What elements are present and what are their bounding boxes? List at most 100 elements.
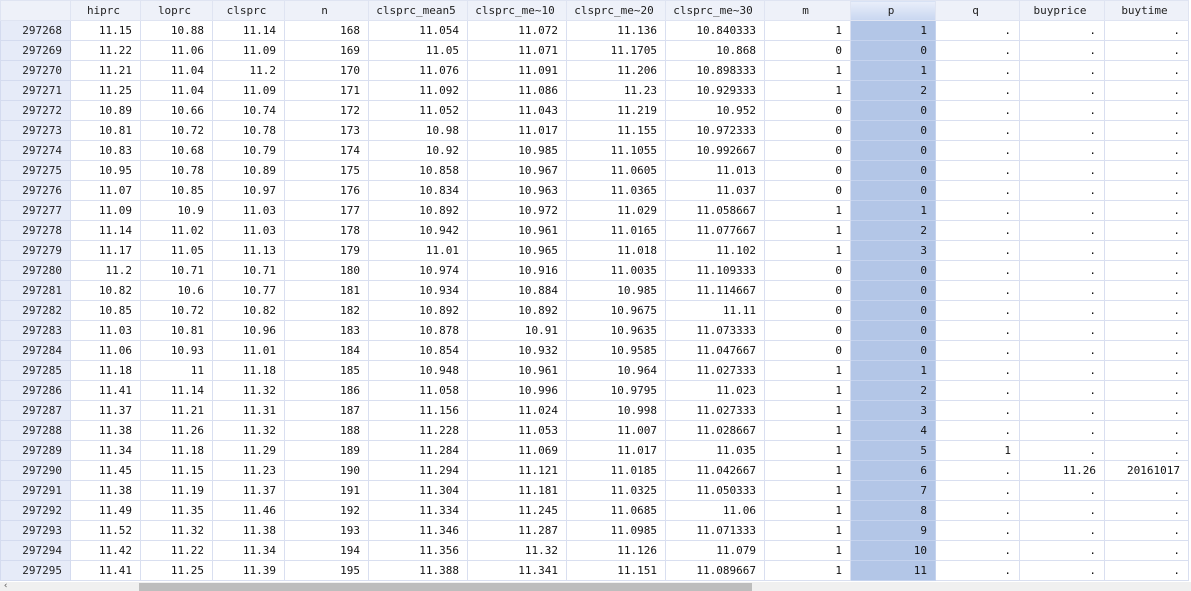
cell-clsprc-me-10[interactable]: 11.024 <box>467 400 567 421</box>
cell-clsprc-me-10[interactable]: 11.181 <box>467 480 567 501</box>
cell-clsprc[interactable]: 11.23 <box>212 460 285 481</box>
cell-p[interactable]: 1 <box>850 200 936 221</box>
cell-n[interactable]: 191 <box>284 480 369 501</box>
cell-clsprc-mean5[interactable]: 10.92 <box>368 140 468 161</box>
cell-n[interactable]: 194 <box>284 540 369 561</box>
row-number[interactable]: 297275 <box>0 160 71 181</box>
cell-buyprice[interactable]: . <box>1019 380 1105 401</box>
cell-clsprc-me-10[interactable]: 10.932 <box>467 340 567 361</box>
cell-clsprc-mean5[interactable]: 11.284 <box>368 440 468 461</box>
cell-hiprc[interactable]: 10.82 <box>70 280 141 301</box>
cell-loprc[interactable]: 10.6 <box>140 280 213 301</box>
cell-p[interactable]: 0 <box>850 260 936 281</box>
cell-clsprc-mean5[interactable]: 11.356 <box>368 540 468 561</box>
cell-n[interactable]: 187 <box>284 400 369 421</box>
cell-m[interactable]: 0 <box>764 160 851 181</box>
cell-clsprc-me-20[interactable]: 11.219 <box>566 100 666 121</box>
cell-loprc[interactable]: 11.14 <box>140 380 213 401</box>
cell-m[interactable]: 1 <box>764 240 851 261</box>
cell-m[interactable]: 1 <box>764 540 851 561</box>
row-number[interactable]: 297270 <box>0 60 71 81</box>
row-number[interactable]: 297278 <box>0 220 71 241</box>
cell-loprc[interactable]: 10.66 <box>140 100 213 121</box>
cell-p[interactable]: 0 <box>850 40 936 61</box>
cell-q[interactable]: . <box>935 460 1020 481</box>
column-header-buytime[interactable]: buytime <box>1104 0 1189 21</box>
cell-clsprc-mean5[interactable]: 10.892 <box>368 200 468 221</box>
cell-loprc[interactable]: 11.15 <box>140 460 213 481</box>
cell-p[interactable]: 6 <box>850 460 936 481</box>
cell-clsprc-me-20[interactable]: 11.017 <box>566 440 666 461</box>
cell-clsprc[interactable]: 10.74 <box>212 100 285 121</box>
cell-hiprc[interactable]: 11.18 <box>70 360 141 381</box>
cell-q[interactable]: . <box>935 40 1020 61</box>
cell-p[interactable]: 0 <box>850 320 936 341</box>
cell-hiprc[interactable]: 11.49 <box>70 500 141 521</box>
cell-buyprice[interactable]: . <box>1019 260 1105 281</box>
cell-clsprc-me-30[interactable]: 11.109333 <box>665 260 765 281</box>
cell-n[interactable]: 182 <box>284 300 369 321</box>
cell-p[interactable]: 2 <box>850 220 936 241</box>
cell-clsprc-me-20[interactable]: 11.029 <box>566 200 666 221</box>
table-row[interactable]: 297293 11.52 11.32 11.38 193 11.346 11.287 11.0… <box>0 520 1189 541</box>
cell-clsprc-me-20[interactable]: 11.151 <box>566 560 666 581</box>
cell-clsprc-mean5[interactable]: 11.294 <box>368 460 468 481</box>
table-row[interactable]: 297273 10.81 10.72 10.78 173 10.98 11.017 11.15… <box>0 120 1189 141</box>
cell-q[interactable]: . <box>935 140 1020 161</box>
cell-hiprc[interactable]: 11.52 <box>70 520 141 541</box>
row-number[interactable]: 297284 <box>0 340 71 361</box>
cell-clsprc-mean5[interactable]: 10.974 <box>368 260 468 281</box>
table-row[interactable]: 297286 11.41 11.14 11.32 186 11.058 10.996 10.9… <box>0 380 1189 401</box>
cell-clsprc-mean5[interactable]: 11.076 <box>368 60 468 81</box>
row-number[interactable]: 297292 <box>0 500 71 521</box>
cell-clsprc-me-30[interactable]: 11.028667 <box>665 420 765 441</box>
cell-buytime[interactable]: . <box>1104 120 1189 141</box>
cell-loprc[interactable]: 11.25 <box>140 560 213 581</box>
table-row[interactable]: 297292 11.49 11.35 11.46 192 11.334 11.245 11.0… <box>0 500 1189 521</box>
cell-buytime[interactable]: . <box>1104 240 1189 261</box>
cell-hiprc[interactable]: 11.03 <box>70 320 141 341</box>
cell-m[interactable]: 0 <box>764 280 851 301</box>
cell-clsprc[interactable]: 11.29 <box>212 440 285 461</box>
cell-loprc[interactable]: 11.18 <box>140 440 213 461</box>
cell-buyprice[interactable]: . <box>1019 240 1105 261</box>
cell-clsprc-me-30[interactable]: 11.027333 <box>665 400 765 421</box>
cell-clsprc-me-20[interactable]: 11.206 <box>566 60 666 81</box>
cell-clsprc-me-10[interactable]: 10.996 <box>467 380 567 401</box>
row-number[interactable]: 297282 <box>0 300 71 321</box>
cell-loprc[interactable]: 11.35 <box>140 500 213 521</box>
cell-q[interactable]: . <box>935 480 1020 501</box>
cell-clsprc-me-20[interactable]: 11.1055 <box>566 140 666 161</box>
cell-buyprice[interactable]: . <box>1019 100 1105 121</box>
cell-clsprc-me-30[interactable]: 10.929333 <box>665 80 765 101</box>
cell-hiprc[interactable]: 11.38 <box>70 420 141 441</box>
cell-buyprice[interactable]: . <box>1019 120 1105 141</box>
cell-clsprc[interactable]: 11.03 <box>212 220 285 241</box>
cell-clsprc-me-10[interactable]: 11.121 <box>467 460 567 481</box>
cell-n[interactable]: 177 <box>284 200 369 221</box>
cell-clsprc-me-10[interactable]: 10.985 <box>467 140 567 161</box>
cell-n[interactable]: 170 <box>284 60 369 81</box>
cell-clsprc[interactable]: 11.13 <box>212 240 285 261</box>
cell-clsprc-me-30[interactable]: 11.114667 <box>665 280 765 301</box>
cell-clsprc-mean5[interactable]: 11.388 <box>368 560 468 581</box>
cell-n[interactable]: 180 <box>284 260 369 281</box>
cell-buytime[interactable]: . <box>1104 380 1189 401</box>
table-row[interactable]: 297294 11.42 11.22 11.34 194 11.356 11.32 11.12… <box>0 540 1189 561</box>
cell-p[interactable]: 8 <box>850 500 936 521</box>
cell-clsprc-me-10[interactable]: 10.892 <box>467 300 567 321</box>
cell-clsprc-me-20[interactable]: 11.0985 <box>566 520 666 541</box>
cell-buyprice[interactable]: . <box>1019 60 1105 81</box>
row-number[interactable]: 297285 <box>0 360 71 381</box>
cell-n[interactable]: 188 <box>284 420 369 441</box>
cell-clsprc-me-30[interactable]: 11.073333 <box>665 320 765 341</box>
cell-buyprice[interactable]: . <box>1019 420 1105 441</box>
cell-hiprc[interactable]: 10.85 <box>70 300 141 321</box>
cell-hiprc[interactable]: 10.81 <box>70 120 141 141</box>
cell-p[interactable]: 0 <box>850 300 936 321</box>
cell-clsprc[interactable]: 11.32 <box>212 420 285 441</box>
table-row[interactable]: 297277 11.09 10.9 11.03 177 10.892 10.972 11.02… <box>0 200 1189 221</box>
column-header-n[interactable]: n <box>284 0 369 21</box>
cell-q[interactable]: . <box>935 60 1020 81</box>
cell-clsprc-mean5[interactable]: 11.228 <box>368 420 468 441</box>
